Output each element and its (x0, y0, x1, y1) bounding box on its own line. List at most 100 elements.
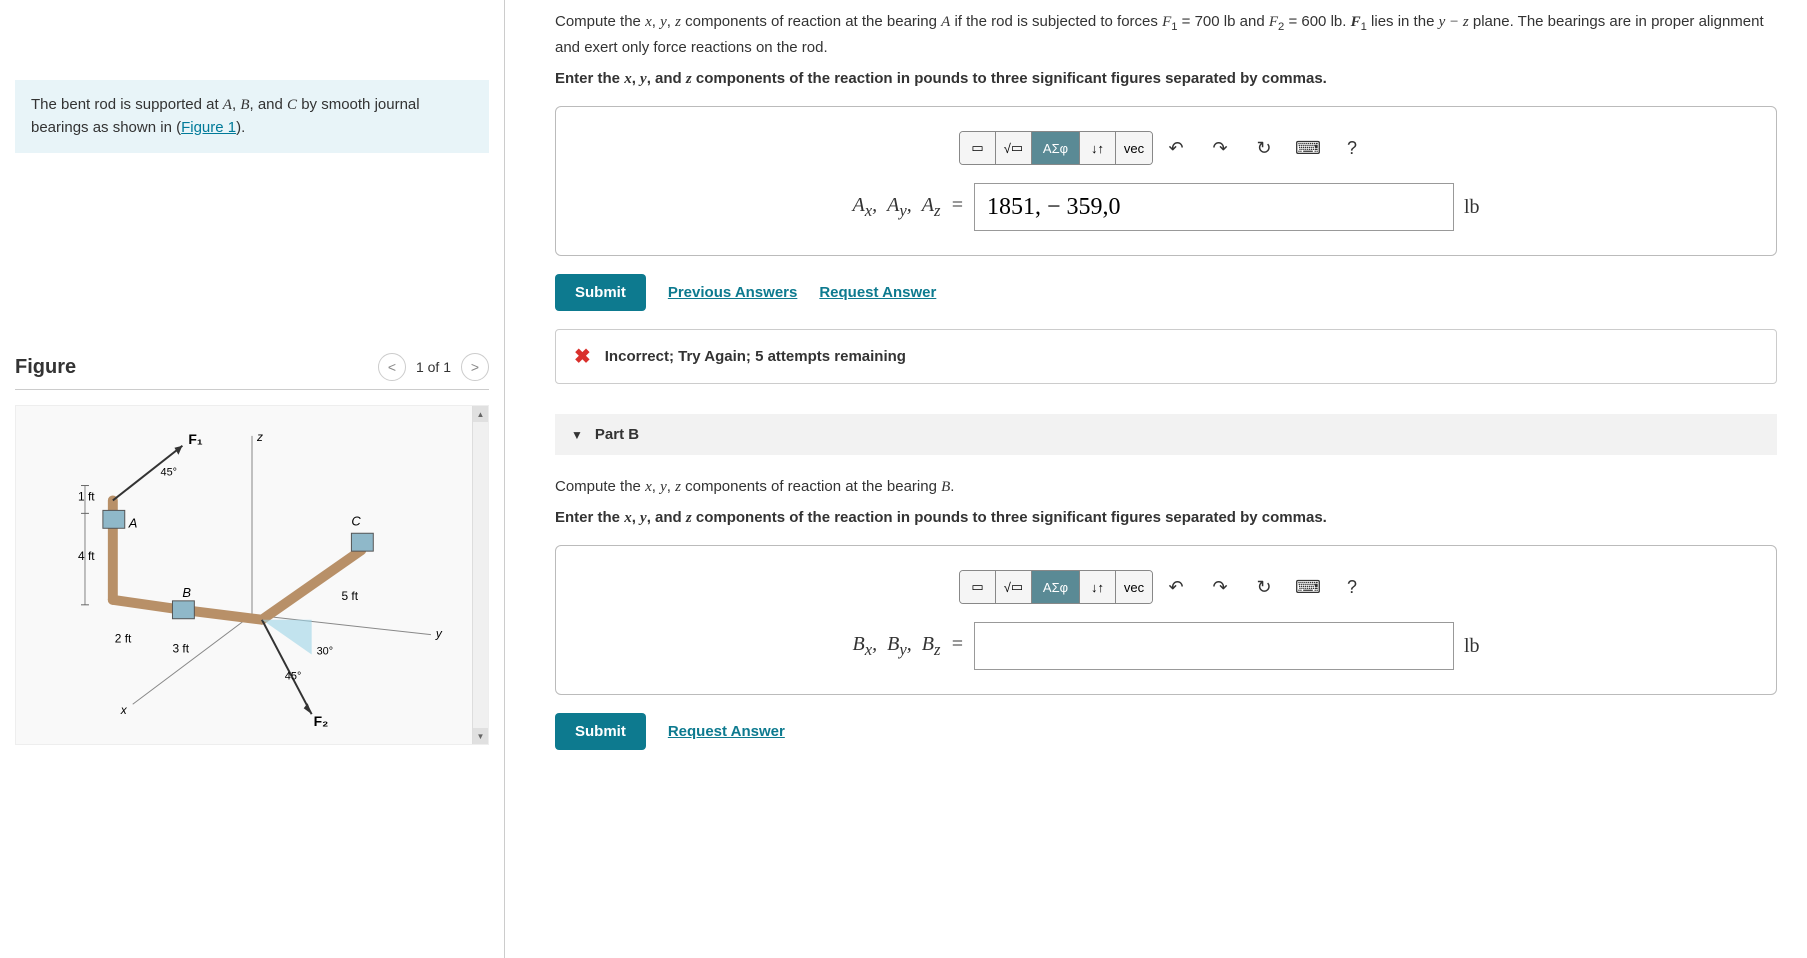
lbl-A: A (128, 515, 138, 530)
figure-scrollbar[interactable]: ▲ ▼ (472, 406, 488, 744)
qA-t3: if the rod is subjected to forces (950, 13, 1162, 30)
ang-45b: 45° (285, 670, 302, 682)
sqrt-icon-b: √ (1004, 580, 1011, 595)
partA-question: Compute the x, y, z components of reacti… (555, 10, 1777, 60)
figure-next-button[interactable]: > (461, 353, 489, 381)
qB-t3: . (950, 478, 954, 495)
stmt-mid: , and (249, 96, 287, 113)
ang-30: 30° (317, 646, 334, 658)
help-button[interactable]: ? (1335, 132, 1369, 164)
partB-request-answer-link[interactable]: Request Answer (668, 723, 785, 740)
partB-instruction: Enter the x, y, and z components of the … (555, 509, 1777, 527)
qB-B: B (941, 479, 950, 495)
iA-pre: Enter the (555, 70, 624, 87)
qB-t1: Compute the (555, 478, 645, 495)
partA-input[interactable] (974, 183, 1454, 231)
partA-submit-button[interactable]: Submit (555, 274, 646, 311)
qA-y: y (660, 14, 667, 30)
axis-y: y (435, 627, 443, 641)
figure-count: 1 of 1 (416, 359, 451, 375)
sqrt-button-b[interactable]: √▭ (996, 571, 1032, 603)
scroll-down-icon[interactable]: ▼ (473, 728, 488, 744)
dim-1ft: 1 ft (78, 489, 95, 503)
dim-4ft: 4 ft (78, 549, 95, 563)
right-panel: Compute the x, y, z components of reacti… (505, 0, 1807, 958)
left-panel: The bent rod is supported at A, B, and C… (0, 0, 505, 958)
qA-F1: F (1162, 14, 1171, 30)
updown-button-b[interactable]: ↓↑ (1080, 571, 1116, 603)
partA-unit: lb (1464, 196, 1480, 219)
figure-nav: < 1 of 1 > (378, 353, 489, 381)
dim-5ft: 5 ft (341, 589, 358, 603)
incorrect-icon: ✖ (574, 344, 591, 369)
qA-eq2: = 600 lb (1284, 13, 1342, 30)
partB-header[interactable]: ▼ Part B (555, 414, 1777, 455)
figure-diagram: z y x A B C F₁ 45° (15, 405, 489, 745)
figure-prev-button[interactable]: < (378, 353, 406, 381)
qA-A: A (941, 14, 950, 30)
iB-and: , and (647, 509, 686, 526)
qA-eq1: = 700 lb (1178, 13, 1236, 30)
lbl-B: B (182, 585, 191, 600)
keyboard-button-b[interactable]: ⌨ (1291, 571, 1325, 603)
template-button[interactable]: ▭ (960, 132, 996, 164)
pt-C: C (287, 97, 297, 113)
figure-title: Figure (15, 356, 76, 379)
partB-input-row: Bx, By, Bz = lb (586, 622, 1746, 670)
axis-z: z (256, 430, 263, 444)
ang-45a: 45° (161, 467, 178, 479)
reset-button-b[interactable]: ↻ (1247, 571, 1281, 603)
iB-pre: Enter the (555, 509, 624, 526)
stmt-text: The bent rod is supported at (31, 96, 223, 113)
partB-submit-button[interactable]: Submit (555, 713, 646, 750)
qA-plane: y − z (1439, 14, 1469, 30)
qA-t2: components of reaction at the bearing (681, 13, 941, 30)
help-button-b[interactable]: ? (1335, 571, 1369, 603)
partA-toolbar: ▭ √▭ ΑΣφ ↓↑ vec ↶ ↷ ↻ ⌨ ? (586, 131, 1746, 165)
figure-section: Figure < 1 of 1 > z y x (15, 353, 489, 745)
qA-t4: and (1235, 13, 1268, 30)
qA-t1: Compute the (555, 13, 645, 30)
iB-post: components of the reaction in pounds to … (692, 509, 1327, 526)
partA-previous-answers-link[interactable]: Previous Answers (668, 284, 798, 301)
reset-button[interactable]: ↻ (1247, 132, 1281, 164)
qB-x: x (645, 479, 652, 495)
greek-button[interactable]: ΑΣφ (1032, 132, 1080, 164)
partB-toolbar: ▭ √▭ ΑΣφ ↓↑ vec ↶ ↷ ↻ ⌨ ? (586, 570, 1746, 604)
qA-t5: . (1342, 13, 1350, 30)
qA-x: x (645, 14, 652, 30)
figure-link[interactable]: Figure 1 (181, 119, 236, 136)
undo-button[interactable]: ↶ (1159, 132, 1193, 164)
figure-header: Figure < 1 of 1 > (15, 353, 489, 390)
partB-label: Bx, By, Bz = (852, 633, 963, 660)
undo-button-b[interactable]: ↶ (1159, 571, 1193, 603)
partA-instruction: Enter the x, y, and z components of the … (555, 70, 1777, 88)
partA-request-answer-link[interactable]: Request Answer (819, 284, 936, 301)
dim-2ft: 2 ft (115, 632, 132, 646)
iA-and: , and (647, 70, 686, 87)
stmt-end: ). (236, 119, 245, 136)
keyboard-button[interactable]: ⌨ (1291, 132, 1325, 164)
qA-F2: F (1269, 14, 1278, 30)
vec-button-b[interactable]: vec (1116, 571, 1152, 603)
template-button-b[interactable]: ▭ (960, 571, 996, 603)
redo-button[interactable]: ↷ (1203, 132, 1237, 164)
scroll-up-icon[interactable]: ▲ (473, 406, 488, 422)
partB-title: Part B (595, 426, 639, 443)
updown-button[interactable]: ↓↑ (1080, 132, 1116, 164)
tool-group-1: ▭ √▭ ΑΣφ ↓↑ vec (959, 131, 1153, 165)
partB-input[interactable] (974, 622, 1454, 670)
sqrt-button[interactable]: √▭ (996, 132, 1032, 164)
iA-x: x (624, 71, 632, 87)
qB-y: y (660, 479, 667, 495)
partA-label: Ax, Ay, Az = (852, 194, 963, 221)
partA-input-row: Ax, Ay, Az = lb (586, 183, 1746, 231)
feedback-text: Incorrect; Try Again; 5 attempts remaini… (605, 348, 906, 365)
greek-button-b[interactable]: ΑΣφ (1032, 571, 1080, 603)
iA-y: y (640, 71, 647, 87)
lbl-C: C (351, 513, 361, 528)
redo-button-b[interactable]: ↷ (1203, 571, 1237, 603)
partB-actions: Submit Request Answer (555, 713, 1777, 750)
partA-actions: Submit Previous Answers Request Answer (555, 274, 1777, 311)
vec-button[interactable]: vec (1116, 132, 1152, 164)
